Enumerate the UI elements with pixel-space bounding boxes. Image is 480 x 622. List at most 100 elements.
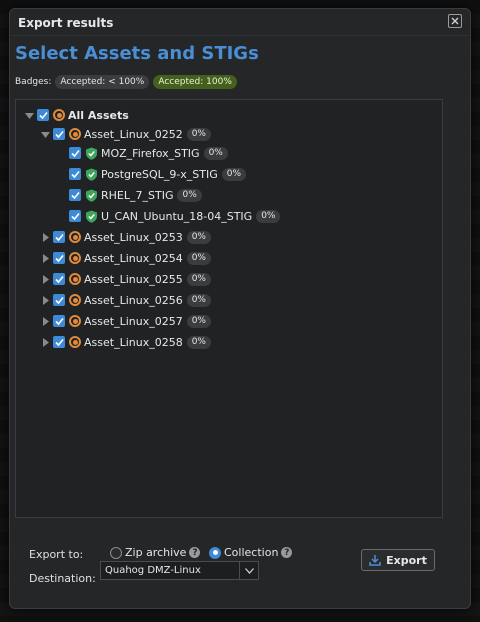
asset-label: Asset_Linux_0252 bbox=[84, 127, 183, 141]
checkbox[interactable] bbox=[53, 315, 65, 327]
checkbox[interactable] bbox=[53, 128, 65, 140]
chevron-right-icon bbox=[42, 316, 49, 326]
asset-icon bbox=[69, 336, 81, 348]
checkbox[interactable] bbox=[69, 210, 81, 222]
tree-item-asset[interactable]: Asset_Linux_0254 0% bbox=[40, 249, 211, 267]
chevron-down-icon bbox=[40, 131, 50, 138]
export-to-label: Export to: bbox=[29, 548, 84, 561]
tree-item-asset[interactable]: Asset_Linux_0252 0% bbox=[40, 125, 211, 143]
zip-archive-label: Zip archive bbox=[125, 546, 187, 559]
progress-badge: 0% bbox=[186, 127, 211, 141]
tree-item-asset[interactable]: Asset_Linux_0253 0% bbox=[40, 228, 211, 246]
download-icon bbox=[369, 555, 381, 566]
page-title: Select Assets and STIGs bbox=[15, 43, 259, 64]
progress-badge: 0% bbox=[186, 251, 211, 265]
badges-legend: Badges: Accepted: < 100% Accepted: 100% bbox=[15, 75, 237, 89]
checkbox[interactable] bbox=[69, 168, 81, 180]
asset-tree[interactable]: All Assets Asset_Linux_0252 0% MOZ_Firef… bbox=[15, 99, 443, 518]
stig-label: RHEL_7_STIG bbox=[101, 188, 174, 202]
expand-arrow[interactable] bbox=[40, 316, 50, 326]
progress-badge: 0% bbox=[203, 146, 228, 160]
asset-label: Asset_Linux_0258 bbox=[84, 335, 183, 349]
check-icon bbox=[70, 212, 80, 220]
chevron-down-icon bbox=[244, 567, 254, 574]
checkbox[interactable] bbox=[69, 147, 81, 159]
tree-item-stig[interactable]: U_CAN_Ubuntu_18-04_STIG 0% bbox=[69, 207, 281, 225]
progress-badge: 0% bbox=[186, 335, 211, 349]
check-icon bbox=[54, 233, 64, 241]
asset-label: Asset_Linux_0255 bbox=[84, 272, 183, 286]
progress-badge: 0% bbox=[186, 272, 211, 286]
asset-label: Asset_Linux_0254 bbox=[84, 251, 183, 265]
zip-archive-option[interactable]: Zip archive ? bbox=[110, 546, 201, 559]
checkbox[interactable] bbox=[37, 109, 49, 121]
asset-label: Asset_Linux_0253 bbox=[84, 230, 183, 244]
tree-item-asset[interactable]: Asset_Linux_0256 0% bbox=[40, 291, 211, 309]
asset-icon bbox=[69, 231, 81, 243]
destination-value: Quahog DMZ-Linux bbox=[105, 565, 201, 576]
collection-radio[interactable] bbox=[209, 546, 221, 559]
tree-item-stig[interactable]: RHEL_7_STIG 0% bbox=[69, 186, 202, 204]
collapse-arrow[interactable] bbox=[24, 110, 34, 120]
stig-label: U_CAN_Ubuntu_18-04_STIG bbox=[101, 209, 253, 223]
export-button-label: Export bbox=[386, 553, 427, 567]
checkbox[interactable] bbox=[53, 273, 65, 285]
help-icon[interactable]: ? bbox=[281, 547, 293, 558]
check-icon bbox=[38, 111, 48, 119]
help-icon[interactable]: ? bbox=[189, 547, 201, 558]
tree-root[interactable]: All Assets bbox=[24, 106, 133, 124]
shield-check-icon bbox=[86, 189, 97, 202]
checkbox[interactable] bbox=[53, 336, 65, 348]
check-icon bbox=[70, 149, 80, 157]
chevron-down-icon bbox=[24, 112, 34, 119]
check-icon bbox=[54, 296, 64, 304]
collection-option[interactable]: Collection ? bbox=[209, 546, 293, 559]
expand-arrow[interactable] bbox=[40, 337, 50, 347]
tree-item-stig[interactable]: MOZ_Firefox_STIG 0% bbox=[69, 144, 228, 162]
tree-item-asset[interactable]: Asset_Linux_0257 0% bbox=[40, 312, 211, 330]
tree-root-label: All Assets bbox=[68, 108, 129, 122]
badge-partial: Accepted: < 100% bbox=[55, 75, 150, 89]
zip-archive-radio[interactable] bbox=[110, 546, 122, 559]
expand-arrow[interactable] bbox=[40, 274, 50, 284]
progress-badge: 0% bbox=[221, 167, 247, 181]
check-icon bbox=[54, 338, 64, 346]
stig-label: PostgreSQL_9-x_STIG bbox=[101, 167, 218, 181]
chevron-right-icon bbox=[42, 337, 49, 347]
expand-arrow[interactable] bbox=[40, 295, 50, 305]
collapse-arrow[interactable] bbox=[40, 129, 50, 139]
dialog-title: Export results bbox=[18, 16, 114, 30]
checkbox[interactable] bbox=[69, 189, 81, 201]
asset-icon bbox=[69, 273, 81, 285]
export-button[interactable]: Export bbox=[361, 549, 435, 571]
check-icon bbox=[70, 191, 80, 199]
chevron-right-icon bbox=[42, 274, 49, 284]
tree-item-asset[interactable]: Asset_Linux_0255 0% bbox=[40, 270, 211, 288]
shield-check-icon bbox=[86, 210, 97, 223]
asset-icon bbox=[69, 252, 81, 264]
dialog-titlebar: Export results bbox=[10, 9, 470, 36]
checkbox[interactable] bbox=[53, 294, 65, 306]
progress-badge: 0% bbox=[177, 188, 202, 202]
badges-label: Badges: bbox=[15, 77, 52, 87]
check-icon bbox=[54, 130, 64, 138]
stig-label: MOZ_Firefox_STIG bbox=[101, 146, 200, 160]
destination-select[interactable]: Quahog DMZ-Linux bbox=[100, 561, 259, 580]
close-icon bbox=[451, 17, 459, 25]
check-icon bbox=[54, 317, 64, 325]
expand-arrow[interactable] bbox=[40, 253, 50, 263]
progress-badge: 0% bbox=[186, 293, 211, 307]
progress-badge: 0% bbox=[186, 314, 211, 328]
checkbox[interactable] bbox=[53, 252, 65, 264]
expand-arrow[interactable] bbox=[40, 232, 50, 242]
dropdown-caret[interactable] bbox=[239, 562, 258, 579]
check-icon bbox=[54, 254, 64, 262]
close-button[interactable] bbox=[448, 14, 462, 28]
tree-item-stig[interactable]: PostgreSQL_9-x_STIG 0% bbox=[69, 165, 247, 183]
tree-item-asset[interactable]: Asset_Linux_0258 0% bbox=[40, 333, 211, 351]
chevron-right-icon bbox=[42, 232, 49, 242]
check-icon bbox=[54, 275, 64, 283]
check-icon bbox=[70, 170, 80, 178]
checkbox[interactable] bbox=[53, 231, 65, 243]
badge-full: Accepted: 100% bbox=[153, 75, 237, 89]
